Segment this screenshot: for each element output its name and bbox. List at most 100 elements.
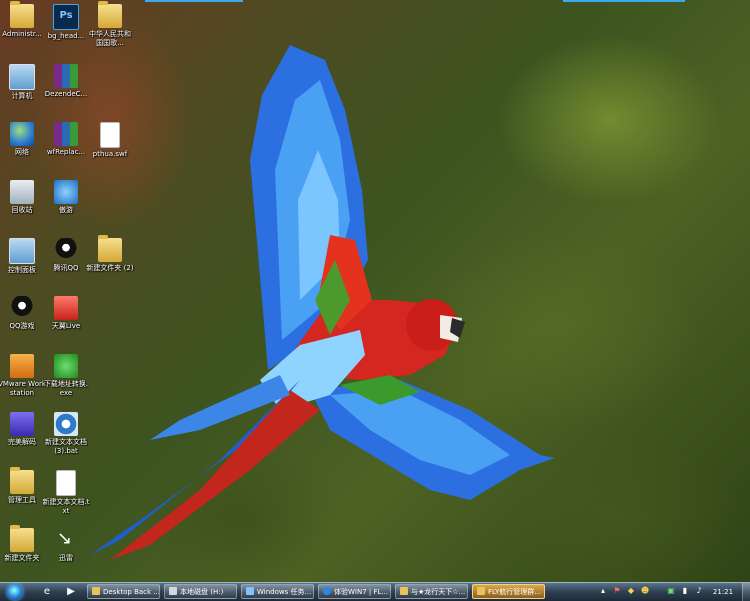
thunder-icon [54, 528, 78, 552]
desktop-icon-label: pthua.swf [92, 150, 128, 158]
desktop-icon-control-panel[interactable]: 控制面板 [0, 238, 46, 275]
media-player-icon[interactable]: ▶ [64, 585, 78, 599]
desktop-icon-label: bg_head... [47, 32, 85, 40]
tray-volume-icon[interactable]: ♪ [694, 585, 704, 597]
batch-file-icon [54, 412, 78, 436]
desktop-icon-label: VMware Workstation [0, 380, 46, 397]
desktop-icon-label: 新建文件夹 [4, 554, 40, 562]
desktop-icon-label: wfReplac... [46, 148, 86, 156]
task-label: FLY航行管理群... [488, 588, 541, 596]
task-label: Desktop Back ... [103, 588, 160, 596]
desktop-icon-label: 完美解码 [8, 438, 36, 446]
drive-icon [169, 587, 177, 595]
browser-icon [323, 587, 331, 595]
parrot-wallpaper-image [90, 45, 555, 560]
desktop-icon-bat-file[interactable]: 新建文本文档 (3).bat [42, 412, 90, 456]
recycle-bin-icon [10, 180, 34, 204]
desktop-icon-admin-tools[interactable]: 管理工具 [0, 467, 46, 505]
task-longxing-chat[interactable]: 与★龙行天下☆... [395, 584, 468, 599]
tray-flag-icon[interactable]: ⚑ [612, 585, 622, 597]
desktop-icon-label: DezendeC... [44, 90, 88, 98]
document-icon [100, 122, 120, 148]
folder-user-icon [10, 1, 34, 28]
internet-explorer-icon[interactable]: e [40, 585, 54, 599]
desktop-icon-wfreplace[interactable]: wfReplac... [42, 122, 90, 157]
windows-start-orb-icon [7, 584, 23, 600]
chat-icon [477, 587, 485, 595]
folder-icon [92, 587, 100, 595]
desktop-icon-label: 新建文件夹 (2) [86, 264, 134, 272]
rar-archive-icon [54, 122, 78, 146]
tray-arrow-icon[interactable]: ▴ [598, 585, 608, 597]
desktop-icon-download-converter[interactable]: 下载地址转换.exe [42, 354, 90, 398]
task-windows-task-manager[interactable]: Windows 任务... [241, 584, 314, 599]
start-button[interactable] [2, 583, 28, 601]
desktop-icon-dezende[interactable]: DezendeC... [42, 64, 90, 99]
media-file-icon [98, 1, 122, 28]
desktop-icon-tianyi-live[interactable]: 天翼Live [42, 296, 90, 331]
task-manager-icon [246, 587, 254, 595]
desktop-icon-network[interactable]: 网络 [0, 122, 46, 157]
desktop-icon-label: 迅雷 [59, 554, 73, 562]
desktop-icon-anthem[interactable]: 中华人民共和国国歌... [86, 1, 134, 48]
desktop-icon-bg-head[interactable]: Ps bg_head... [42, 4, 90, 41]
task-win7-fly[interactable]: 体验WIN7 | FL... [318, 584, 391, 599]
tray-green-icon[interactable]: ▣ [666, 585, 676, 597]
desktop-icon-label: 傲游 [59, 206, 73, 214]
text-file-icon [56, 470, 76, 496]
desktop-icon-label: 腾讯QQ [53, 264, 79, 272]
tray-people-icon[interactable]: ☻ [640, 585, 650, 597]
tianyi-live-icon [54, 296, 78, 320]
task-label: Windows 任务... [257, 588, 312, 596]
photoshop-file-icon: Ps [53, 4, 79, 30]
media-player-icon [10, 412, 34, 436]
desktop-icon-qq[interactable]: 腾讯QQ [42, 238, 90, 273]
admin-tools-icon [10, 467, 34, 494]
desktop-icon-label: 新建文本文档 (3).bat [45, 438, 87, 455]
tray-security-icon[interactable]: ◆ [626, 585, 636, 597]
show-desktop-button[interactable] [742, 583, 750, 601]
desktop-icon-label: 天翼Live [51, 322, 81, 330]
folder-icon [98, 235, 122, 262]
desktop-icon-label: QQ游戏 [9, 322, 35, 330]
desktop-icon-label: 中华人民共和国国歌... [89, 30, 131, 47]
desktop-icon-txt-file[interactable]: 新建文本文档.txt [42, 470, 90, 516]
folder-icon [10, 525, 34, 552]
task-local-disk-h[interactable]: 本地磁盘 (H:) [164, 584, 237, 599]
converter-icon [54, 354, 78, 378]
taskbar: e ▶ Desktop Back ... 本地磁盘 (H:) Windows 任… [0, 582, 750, 601]
desktop-icon-vmware[interactable]: VMware Workstation [0, 354, 46, 398]
desktop-icon-label: 控制面板 [8, 266, 36, 274]
task-label: 与★龙行天下☆... [411, 588, 466, 596]
task-label: 体验WIN7 | FL... [334, 588, 389, 596]
desktop-icon-new-folder-2[interactable]: 新建文件夹 (2) [86, 235, 134, 273]
task-desktop-back[interactable]: Desktop Back ... [87, 584, 160, 599]
desktop-icon-label: 新建文本文档.txt [42, 498, 90, 515]
task-fly-group[interactable]: FLY航行管理群... [472, 584, 545, 599]
desktop-icon-label: Administr... [2, 30, 42, 38]
computer-icon [9, 64, 35, 90]
clock[interactable]: 21:21 [708, 583, 738, 601]
task-label: 本地磁盘 (H:) [180, 588, 224, 596]
desktop-icon-computer[interactable]: 计算机 [0, 64, 46, 101]
desktop-icon-label: 网络 [15, 148, 29, 156]
desktop-icon-perfect-decoder[interactable]: 完美解码 [0, 412, 46, 447]
desktop-icon-maxthon[interactable]: 傲游 [42, 180, 90, 215]
desktop-icon-administrator[interactable]: Administr... [0, 1, 46, 39]
chat-icon [400, 587, 408, 595]
desktop-icon-label: 计算机 [11, 92, 33, 100]
rar-archive-icon [54, 64, 78, 88]
desktop-icon-qq-game[interactable]: QQ游戏 [0, 296, 46, 331]
desktop-icon-label: 管理工具 [8, 496, 36, 504]
desktop-icon-pthua[interactable]: pthua.swf [86, 122, 134, 159]
desktop-icon-new-folder[interactable]: 新建文件夹 [0, 525, 46, 563]
qq-game-icon [10, 296, 34, 320]
qq-icon [54, 238, 78, 262]
desktop[interactable]: Administr... Ps bg_head... 中华人民共和国国歌... … [0, 0, 750, 582]
desktop-icon-label: 回收站 [11, 206, 33, 214]
browser-icon [54, 180, 78, 204]
tray-signal-icon[interactable]: ▮ [680, 585, 690, 597]
desktop-icon-thunder[interactable]: 迅雷 [42, 528, 90, 563]
desktop-icon-label: 下载地址转换.exe [43, 380, 89, 397]
desktop-icon-recycle-bin[interactable]: 回收站 [0, 180, 46, 215]
